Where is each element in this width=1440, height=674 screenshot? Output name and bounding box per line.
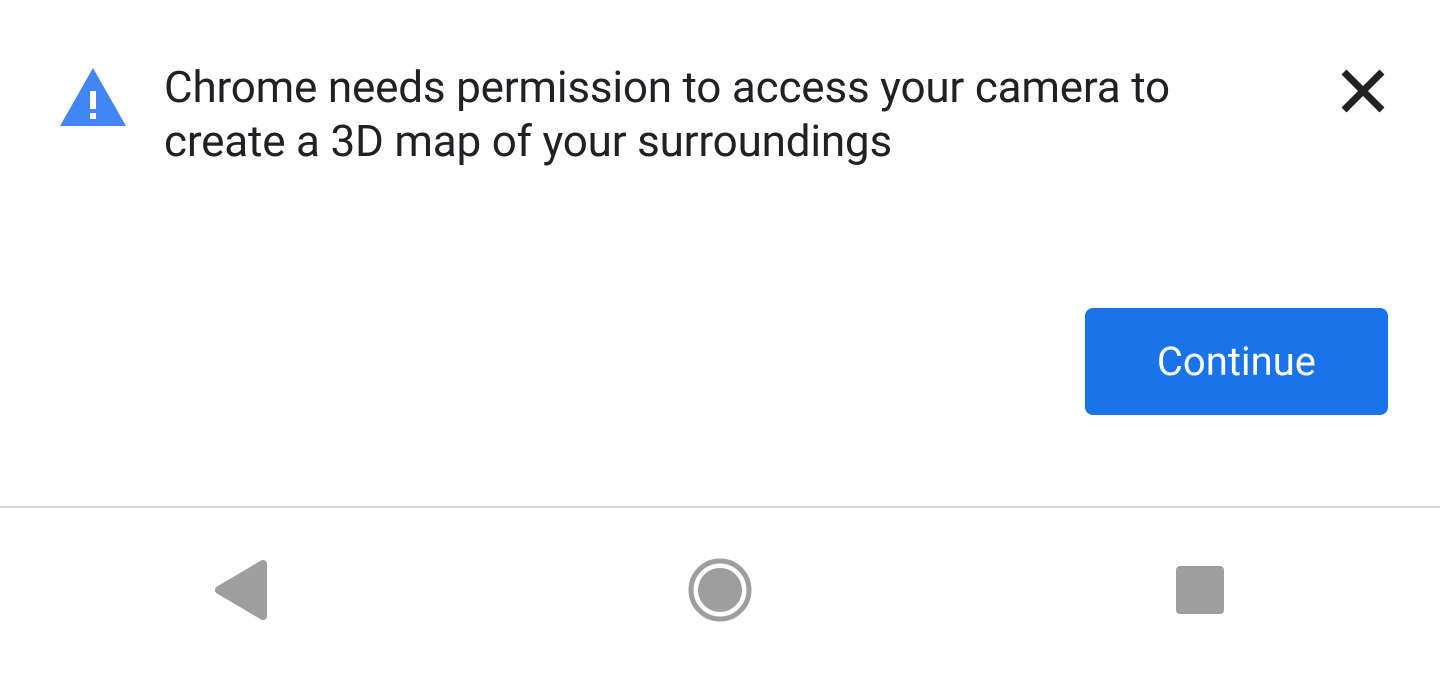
close-button[interactable] [1338,66,1388,119]
nav-back-button[interactable] [197,544,283,639]
back-triangle-icon [213,608,267,623]
nav-overview-button[interactable] [1158,548,1242,635]
home-circle-icon [688,610,752,625]
dialog-message: Chrome needs permission to access your c… [164,60,1260,168]
permission-dialog: Chrome needs permission to access your c… [0,0,1440,506]
overview-square-icon [1174,604,1226,619]
nav-home-button[interactable] [672,542,768,641]
android-nav-bar [0,506,1440,674]
dialog-actions: Continue [60,308,1388,415]
continue-button[interactable]: Continue [1085,308,1388,415]
dialog-header: Chrome needs permission to access your c… [60,60,1388,168]
warning-icon [60,68,126,130]
close-icon [1338,104,1388,119]
